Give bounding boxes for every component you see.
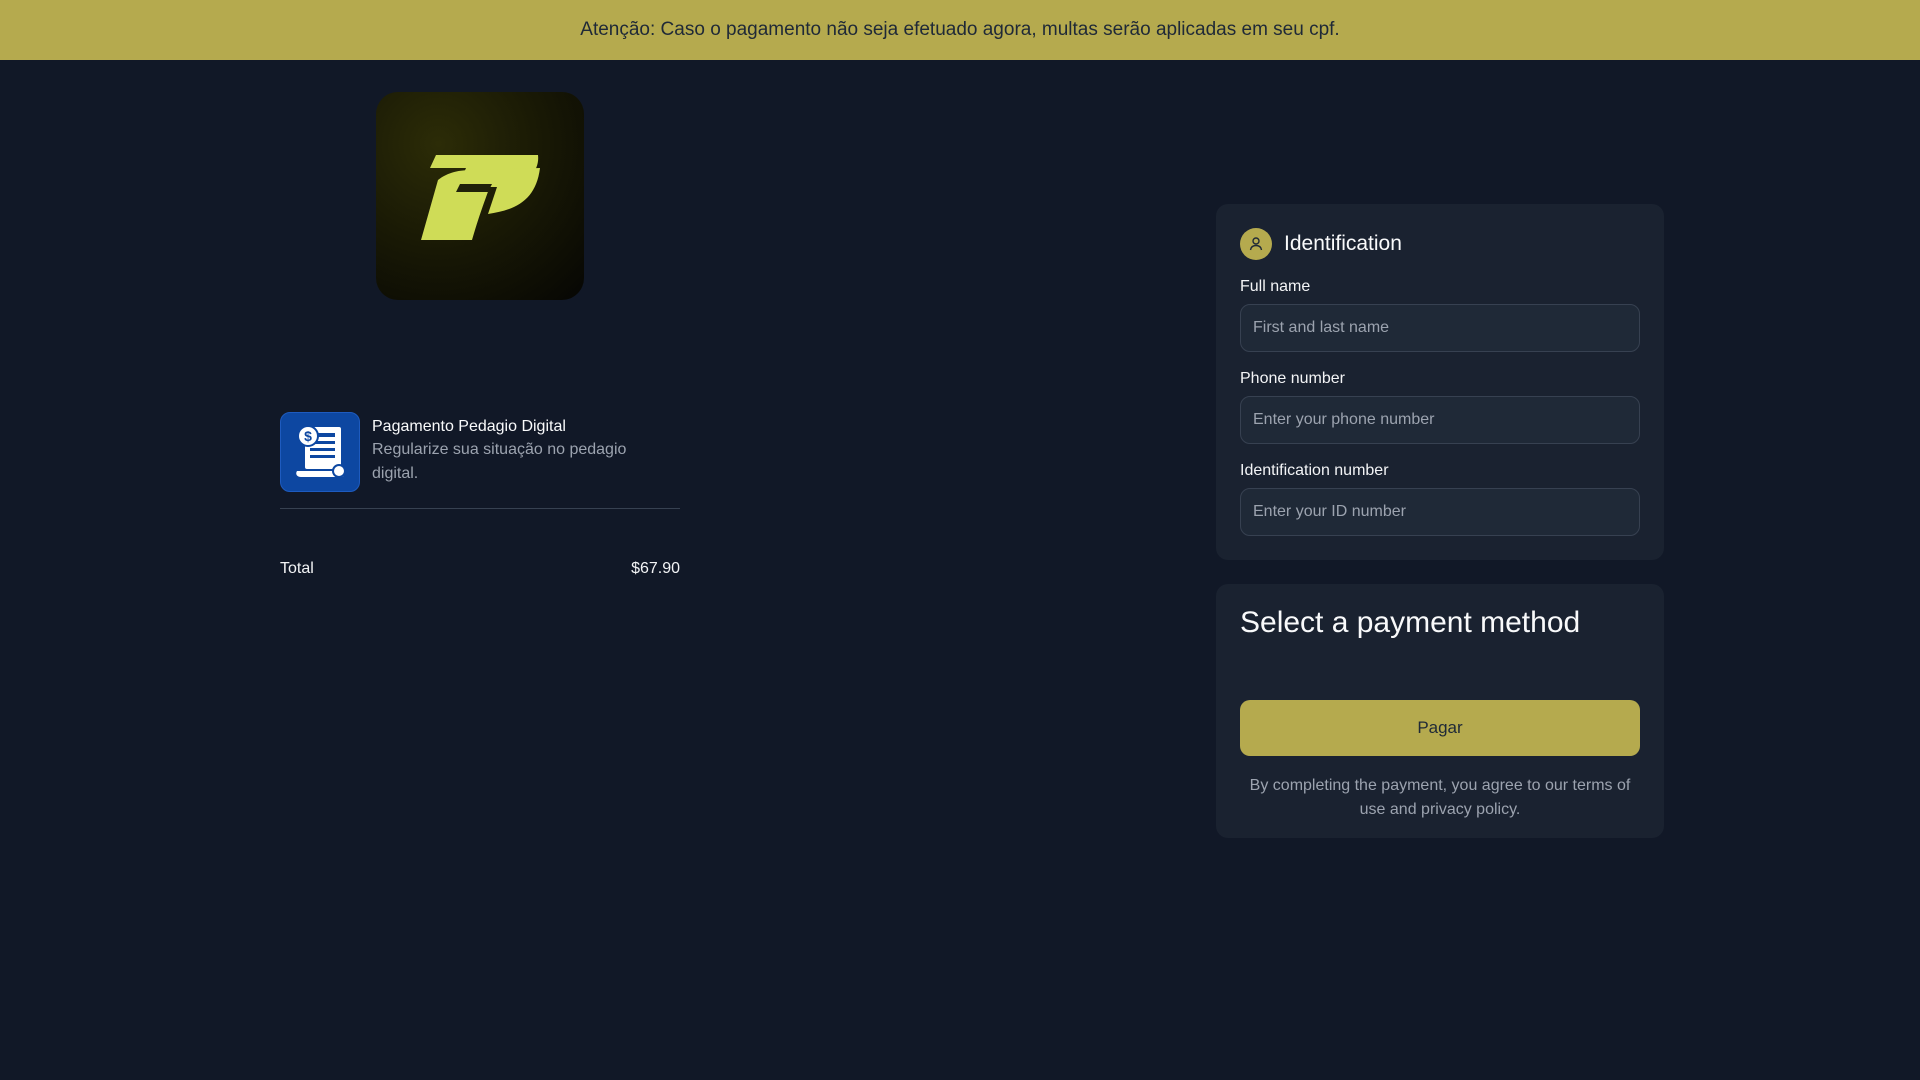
pay-button[interactable]: Pagar bbox=[1240, 700, 1640, 756]
full-name-input[interactable] bbox=[1240, 304, 1640, 352]
phone-number-input[interactable] bbox=[1240, 396, 1640, 444]
identification-title: Identification bbox=[1284, 232, 1402, 255]
identification-card: Identification Full name Phone number Id… bbox=[1216, 204, 1664, 560]
id-number-input[interactable] bbox=[1240, 488, 1640, 536]
product-item: $ Pagamento Pedagio Digital Regularize s… bbox=[280, 412, 680, 494]
brand-p-logo-icon bbox=[421, 155, 540, 240]
terms-notice: By completing the payment, you agree to … bbox=[1249, 777, 1631, 818]
product-name: Pagamento Pedagio Digital bbox=[372, 418, 566, 435]
total-value: $67.90 bbox=[631, 560, 680, 577]
identification-header: Identification bbox=[1240, 228, 1402, 260]
id-number-label: Identification number bbox=[1240, 462, 1389, 479]
total-row: Total $67.90 bbox=[280, 560, 680, 578]
brand-logo bbox=[376, 92, 584, 300]
payment-method-title: Select a payment method bbox=[1240, 606, 1581, 639]
full-name-label: Full name bbox=[1240, 278, 1311, 295]
receipt-dollar-icon: $ bbox=[280, 412, 360, 492]
order-summary-panel: $ Pagamento Pedagio Digital Regularize s… bbox=[0, 60, 960, 1080]
warning-banner: Atenção: Caso o pagamento não seja efetu… bbox=[0, 0, 1920, 60]
svg-text:$: $ bbox=[304, 428, 312, 444]
total-label: Total bbox=[280, 560, 314, 577]
user-icon bbox=[1240, 228, 1272, 260]
summary-divider bbox=[280, 508, 680, 509]
phone-number-label: Phone number bbox=[1240, 370, 1345, 387]
warning-banner-text: Atenção: Caso o pagamento não seja efetu… bbox=[580, 19, 1340, 40]
payment-card: Select a payment method Pagar By complet… bbox=[1216, 584, 1664, 838]
product-description: Regularize sua situação no pedagio digit… bbox=[372, 441, 627, 482]
